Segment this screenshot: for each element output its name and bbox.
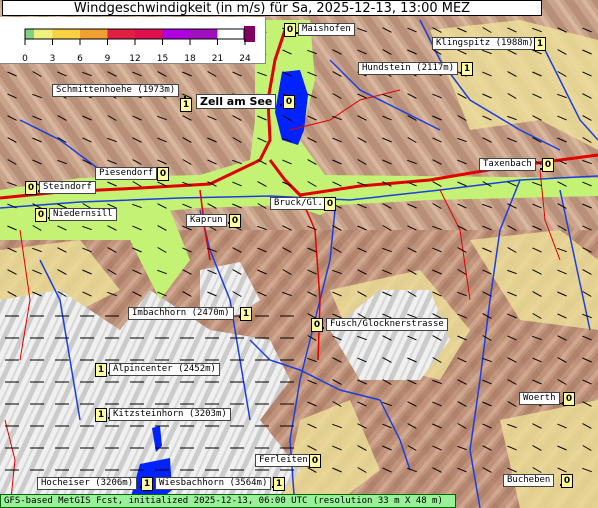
wind-value-ferleiten: 0 — [309, 454, 321, 468]
terrain-layer — [0, 0, 598, 508]
place-label-kitzsteinhorn-3203m: Kitzsteinhorn (3203m) — [109, 408, 231, 421]
wind-value-bruck-gl: 0 — [324, 197, 336, 211]
legend-swatch — [52, 29, 80, 39]
place-label-kaprun: Kaprun — [186, 214, 227, 227]
wind-value-wiesbachhorn-3564m: 1 — [273, 477, 285, 491]
place-label-schmittenhoehe-1973m: Schmittenhoehe (1973m) — [52, 84, 180, 97]
place-label-imbachhorn-2470m: Imbachhorn (2470m) — [128, 307, 234, 320]
wind-value-maishofen: 0 — [284, 23, 296, 37]
wind-value-hocheiser-3206m: 1 — [141, 477, 153, 491]
legend-swatch — [135, 29, 163, 39]
place-label-klingspitz-1988m: Klingspitz (1988m) — [432, 37, 538, 50]
legend-tick-label: 18 — [184, 54, 196, 64]
wind-value-piesendorf: 0 — [157, 167, 169, 181]
legend-swatch — [162, 29, 190, 39]
place-marker-zell-am-see — [280, 104, 282, 106]
place-label-hundstein-2117m: Hundstein (2117m) — [358, 62, 459, 75]
wind-value-woerth: 0 — [563, 392, 575, 406]
place-label-wiesbachhorn-3564m: Wiesbachhorn (3564m) — [155, 477, 272, 490]
legend-swatch — [34, 29, 53, 39]
legend-swatch — [190, 29, 218, 39]
place-label-fusch-glocknerstrasse: Fusch/Glocknerstrasse — [326, 318, 448, 331]
place-label-alpincenter-2452m: Alpincenter (2452m) — [109, 363, 220, 376]
wind-value-schmittenhoehe-1973m: 1 — [180, 98, 192, 112]
wind-value-hundstein-2117m: 1 — [461, 62, 473, 76]
legend-colorbar — [24, 26, 255, 45]
place-label-hocheiser-3206m: Hocheiser (3206m) — [37, 477, 138, 490]
legend-swatch — [107, 29, 135, 39]
legend-tick-label: 6 — [77, 54, 83, 64]
place-label-maishofen: Maishofen — [298, 23, 355, 36]
legend-ticks: 0 3 6 9 12 15 18 21 24 — [0, 54, 266, 64]
weather-map: Windgeschwindigkeit (in m/s) für Sa, 202… — [0, 0, 598, 508]
wind-speed-legend: 0 3 6 9 12 15 18 21 24 — [0, 17, 266, 64]
legend-tick-label: 15 — [156, 54, 169, 64]
place-label-taxenbach: Taxenbach — [479, 158, 536, 171]
legend-tick-label: 3 — [49, 54, 56, 64]
wind-value-imbachhorn-2470m: 1 — [240, 307, 252, 321]
place-label-niedernsill: Niedernsill — [49, 208, 117, 221]
wind-value-kaprun: 0 — [229, 214, 241, 228]
wind-value-kitzsteinhorn-3203m: 1 — [95, 408, 107, 422]
legend-tick-label: 12 — [129, 54, 141, 64]
legend-swatch — [80, 29, 108, 39]
place-label-ferleiten: Ferleiten — [255, 454, 312, 467]
legend-tick-label: 0 — [22, 54, 28, 64]
place-label-woerth: Woerth — [519, 392, 560, 405]
legend-swatch-max — [244, 26, 255, 42]
legend-tick-label: 9 — [104, 54, 111, 64]
wind-value-alpincenter-2452m: 1 — [95, 363, 107, 377]
legend-swatch — [25, 29, 34, 39]
place-label-bucheben: Bucheben — [503, 474, 555, 487]
wind-value-fusch-glocknerstrasse: 0 — [311, 318, 323, 332]
wind-value-zell-am-see: 0 — [283, 95, 295, 109]
legend-tick-label: 24 — [239, 54, 251, 64]
legend-tick-label: 21 — [211, 54, 224, 64]
place-label-steindorf: Steindorf — [39, 181, 96, 194]
wind-value-steindorf: 0 — [25, 181, 37, 195]
wind-value-klingspitz-1988m: 1 — [534, 37, 546, 51]
place-label-bruck-gl: Bruck/Gl. — [270, 197, 327, 210]
wind-value-taxenbach: 0 — [542, 158, 554, 172]
map-title: Windgeschwindigkeit (in m/s) für Sa, 202… — [2, 0, 542, 16]
forecast-footer: GFS-based MetGIS Fcst, initialized 2025-… — [0, 494, 456, 508]
place-label-piesendorf: Piesendorf — [95, 167, 158, 180]
wind-value-niedernsill: 0 — [35, 208, 47, 222]
wind-value-bucheben: 0 — [561, 474, 573, 488]
place-label-zell-am-see: Zell am See — [196, 94, 277, 109]
